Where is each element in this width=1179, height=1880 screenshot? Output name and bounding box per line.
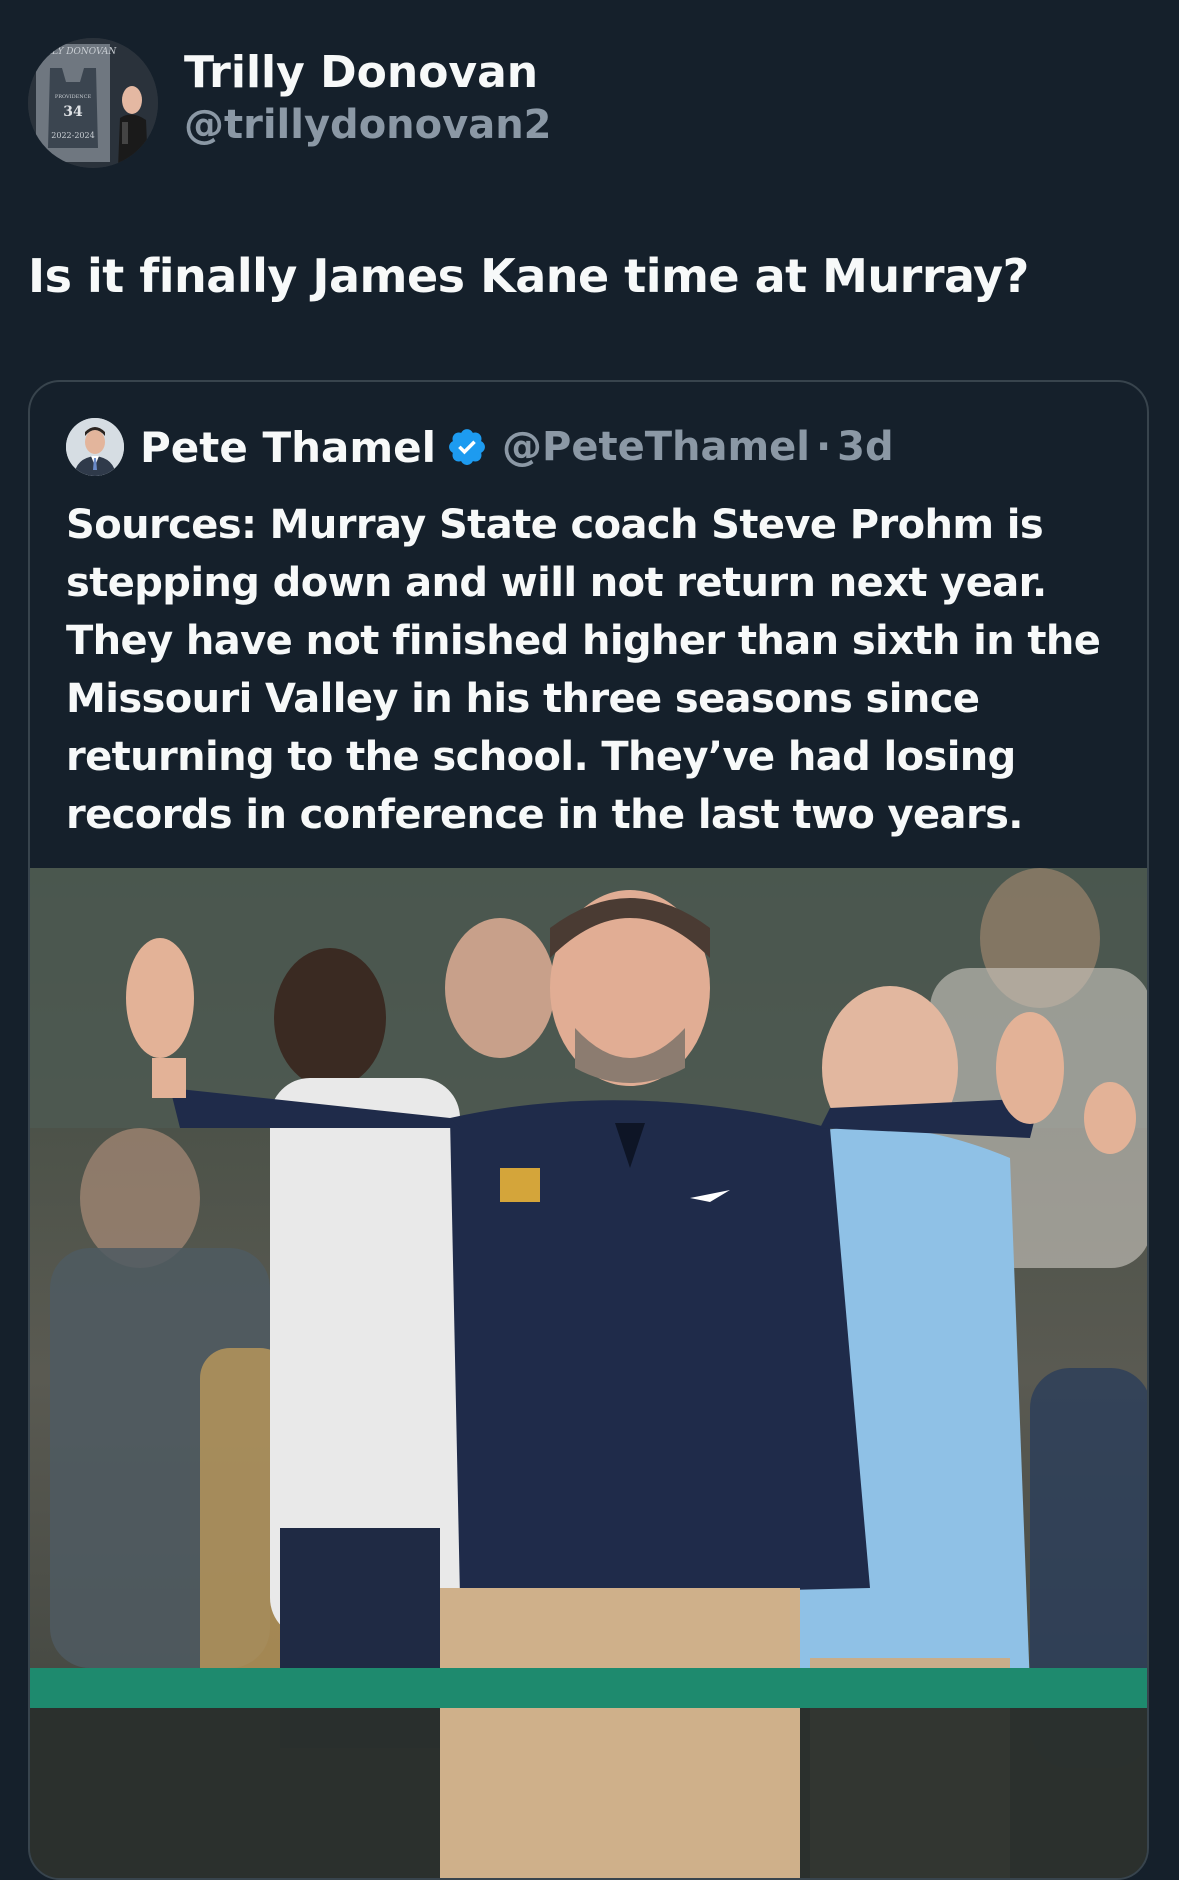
author-handle[interactable]: @trillydonovan2 (184, 100, 552, 150)
separator-dot: · (815, 424, 832, 470)
quoted-author-avatar[interactable] (66, 418, 124, 476)
jersey-avatar-image: TRILLY DONOVAN PROVIDENCE 34 2022-2024 (28, 38, 158, 168)
svg-text:2022-2024: 2022-2024 (51, 131, 94, 140)
svg-text:PROVIDENCE: PROVIDENCE (55, 94, 92, 100)
tweet-text: Is it finally James Kane time at Murray? (28, 249, 1029, 303)
svg-text:34: 34 (63, 104, 83, 120)
author-avatar[interactable]: TRILLY DONOVAN PROVIDENCE 34 2022-2024 (28, 38, 158, 168)
quoted-tweet-header: Pete Thamel @PeteThamel · 3d (66, 418, 894, 476)
verified-badge-icon (446, 426, 488, 468)
tweet-author[interactable]: TRILLY DONOVAN PROVIDENCE 34 2022-2024 T… (28, 38, 552, 168)
quoted-tweet-photo[interactable] (30, 868, 1149, 1880)
quoted-author-handle[interactable]: @PeteThamel (502, 424, 810, 470)
author-display-name[interactable]: Trilly Donovan (184, 46, 552, 100)
quoted-tweet-timestamp[interactable]: 3d (837, 424, 893, 470)
svg-text:TRILLY DONOVAN: TRILLY DONOVAN (30, 47, 118, 57)
quoted-tweet-card[interactable]: Pete Thamel @PeteThamel · 3d Sources: Mu… (28, 380, 1149, 1880)
headshot-avatar-image (66, 418, 124, 476)
quoted-tweet-text: Sources: Murray State coach Steve Prohm … (66, 502, 1101, 838)
quoted-author-display-name[interactable]: Pete Thamel (140, 423, 436, 472)
